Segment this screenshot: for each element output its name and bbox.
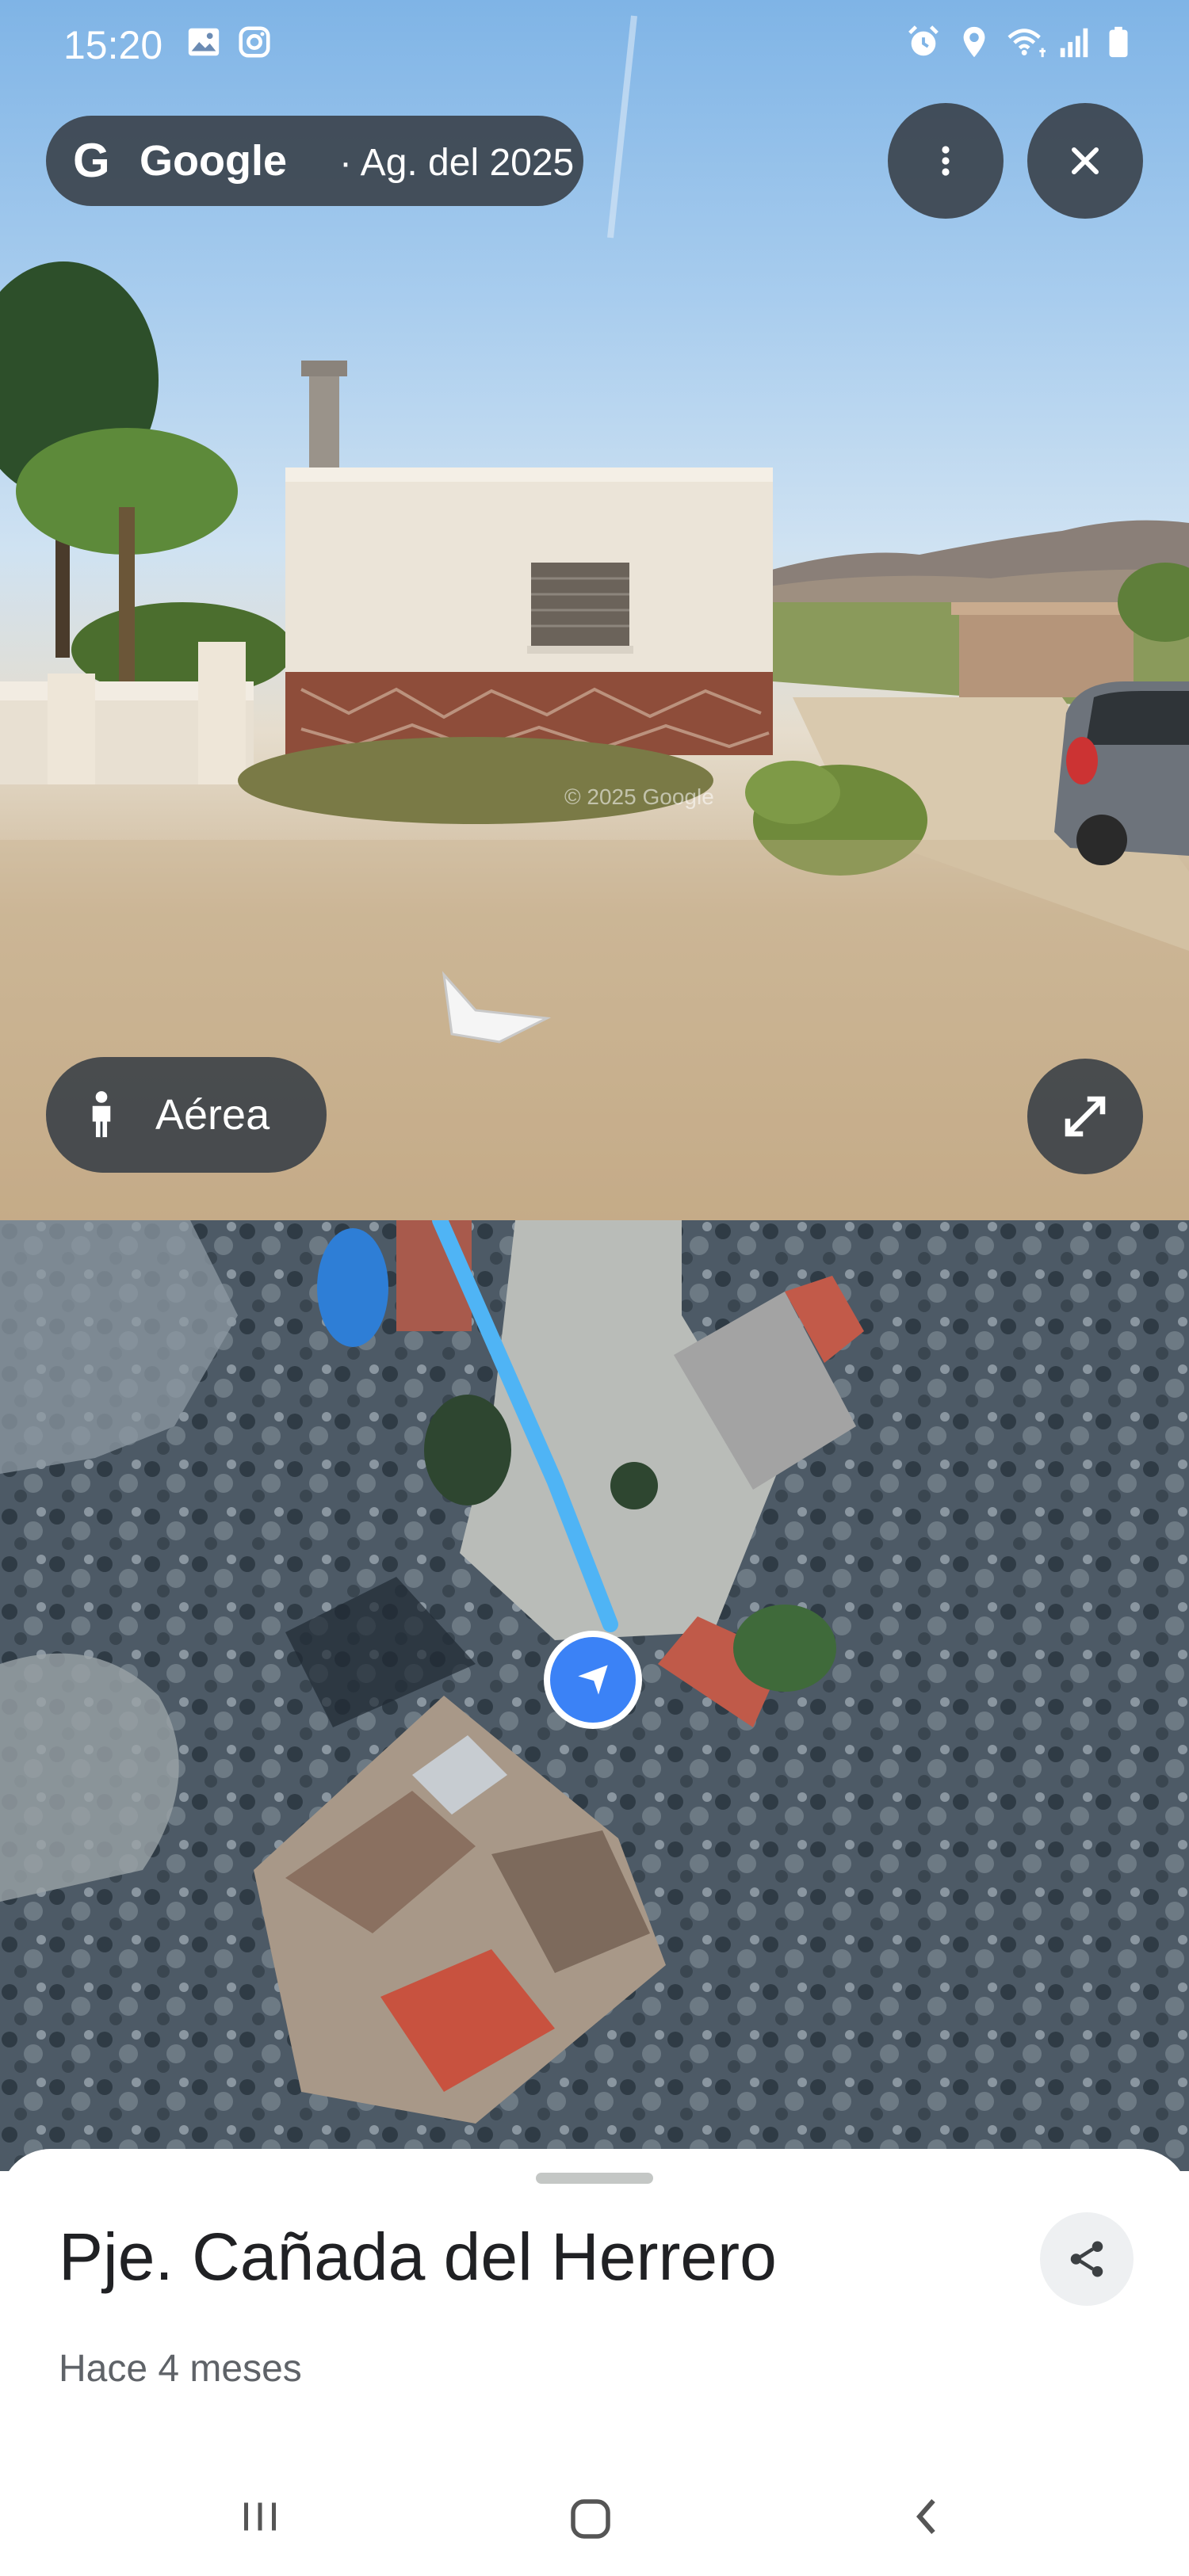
more-vert-icon [942,146,950,176]
street-view-panorama[interactable]: 15:20 G Google · Ag. del 2025 © 2025 Goo… [0,0,1189,1220]
more-options-button[interactable] [888,103,1004,219]
aerial-view-toggle[interactable]: Aérea [46,1057,327,1173]
wifi-icon [1007,29,1046,58]
source-brand: Google [140,137,287,185]
back-icon[interactable] [904,2493,951,2540]
location-icon [963,26,985,58]
share-icon [1070,2241,1103,2277]
expand-icon [1065,1096,1106,1137]
relative-time: Hace 4 meses [59,2348,302,2390]
instagram-icon [239,26,270,58]
share-button[interactable] [1040,2212,1134,2306]
google-watermark: © 2025 Google [564,784,714,809]
gallery-icon [188,28,220,56]
home-icon[interactable] [564,2493,617,2545]
place-name: Pje. Cañada del Herrero [59,2219,777,2294]
system-nav-bar [0,2458,1189,2576]
capture-date: · Ag. del 2025 [339,142,575,184]
recents-icon[interactable] [236,2493,284,2540]
place-bottom-sheet[interactable]: Pje. Cañada del Herrero Hace 4 meses [0,2149,1189,2576]
current-position-marker[interactable] [544,1631,642,1729]
aerial-view-label: Aérea [155,1091,270,1139]
google-g-icon: G [73,134,110,187]
alarm-icon [908,25,939,56]
imagery-date-chip[interactable]: G Google · Ag. del 2025 [46,116,583,206]
close-icon [1072,147,1099,174]
status-time: 15:20 [63,23,163,67]
status-bar: 15:20 [0,0,1189,87]
pegman-icon [92,1091,111,1138]
close-button[interactable] [1027,103,1143,219]
drag-handle[interactable] [536,2173,653,2184]
expand-button[interactable] [1027,1059,1143,1174]
battery-icon [1109,26,1128,58]
heading-arrow-icon [578,1665,608,1695]
satellite-map[interactable] [0,1220,1189,2171]
signal-icon [1060,28,1088,58]
